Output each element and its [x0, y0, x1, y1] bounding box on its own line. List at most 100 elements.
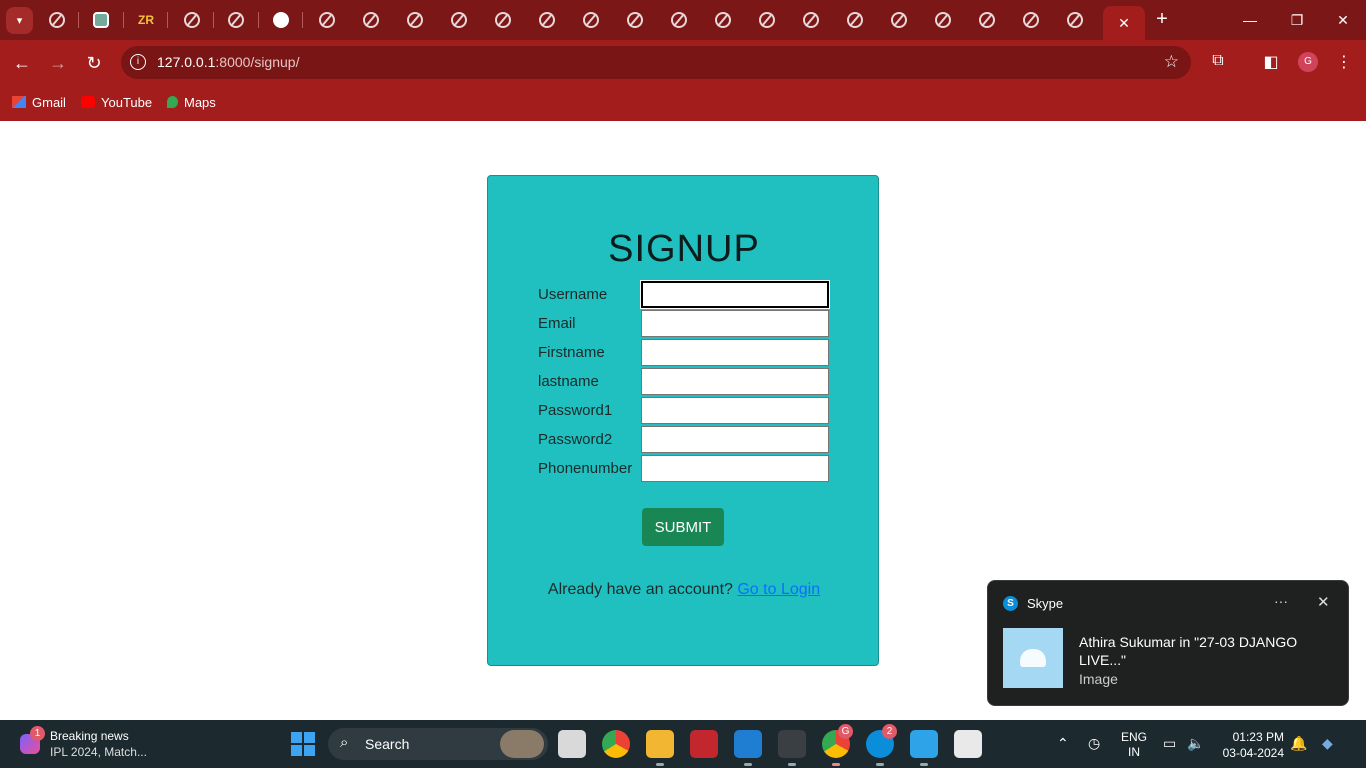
- browser-tab[interactable]: [394, 6, 436, 34]
- phonenumber-row: Phonenumber: [538, 455, 838, 482]
- bookmark-youtube[interactable]: YouTube: [81, 93, 152, 111]
- chrome-app-icon[interactable]: [602, 730, 630, 758]
- window-close-button[interactable]: ✕: [1328, 8, 1358, 32]
- running-indicator: [920, 763, 928, 766]
- browser-tab[interactable]: [36, 6, 78, 34]
- menu-icon[interactable]: ⋮: [1333, 52, 1355, 72]
- extensions-icon[interactable]: ⧉: [1207, 52, 1229, 70]
- site-info-icon[interactable]: i: [130, 54, 146, 70]
- chrome-profile-icon[interactable]: G: [822, 724, 853, 766]
- bookmark-maps[interactable]: Maps: [167, 93, 216, 111]
- terminal-icon[interactable]: [778, 730, 806, 766]
- restore-button[interactable]: ❐: [1282, 8, 1312, 32]
- email-input[interactable]: [641, 310, 829, 337]
- forward-button[interactable]: →: [45, 50, 71, 76]
- zoho-icon: ZR: [138, 13, 154, 27]
- side-panel-icon[interactable]: ◧: [1260, 52, 1282, 72]
- password1-input[interactable]: [641, 397, 829, 424]
- show-hidden-icons-chevron-icon[interactable]: ⌃: [1057, 735, 1069, 752]
- bookmark-label: YouTube: [101, 94, 153, 110]
- snipping-tool-icon[interactable]: [954, 730, 982, 758]
- browser-tab[interactable]: [878, 6, 920, 34]
- browser-tab[interactable]: [790, 6, 832, 34]
- browser-tab[interactable]: [482, 6, 524, 34]
- browser-tab[interactable]: [966, 6, 1008, 34]
- youtube-icon: [81, 96, 95, 108]
- url-text[interactable]: 127.0.0.1:8000/signup/: [157, 54, 299, 70]
- tab-search-button[interactable]: ▾: [6, 7, 33, 34]
- news-title: Breaking news: [50, 729, 129, 743]
- browser-tab[interactable]: [746, 6, 788, 34]
- username-label: Username: [538, 286, 608, 303]
- browser-tab[interactable]: [350, 6, 392, 34]
- volume-icon[interactable]: 🔈: [1187, 735, 1204, 752]
- taskbar-search[interactable]: ⌕ Search: [328, 728, 548, 760]
- chatgpt-icon: [93, 12, 109, 28]
- system-clock[interactable]: 01:23 PM 03-04-2024: [1220, 729, 1284, 761]
- network-icon[interactable]: ▭: [1163, 735, 1176, 752]
- copilot-icon[interactable]: ◆: [1322, 735, 1333, 752]
- password2-label: Password2: [538, 431, 613, 448]
- reload-button[interactable]: ↻: [81, 50, 107, 76]
- go-to-login-link[interactable]: Go to Login: [737, 581, 820, 598]
- browser-tab[interactable]: ZR: [125, 6, 167, 34]
- file-explorer-icon[interactable]: [646, 730, 674, 766]
- login-prompt: Already have an account? Go to Login: [488, 581, 880, 599]
- globe-icon: [539, 12, 555, 28]
- submit-button[interactable]: SUBMIT: [642, 508, 724, 546]
- browser-tab[interactable]: [658, 6, 700, 34]
- profile-avatar[interactable]: G: [1298, 52, 1318, 72]
- browser-tab[interactable]: [526, 6, 568, 34]
- firstname-row: Firstname: [538, 339, 838, 366]
- password2-input[interactable]: [641, 426, 829, 453]
- minimize-button[interactable]: —: [1235, 8, 1265, 32]
- more-options-icon[interactable]: ···: [1274, 593, 1288, 609]
- phonenumber-input[interactable]: [641, 455, 829, 482]
- news-widget[interactable]: 1 Breaking news IPL 2024, Match...: [18, 726, 158, 762]
- notepad-icon[interactable]: [910, 730, 938, 766]
- skype-app-icon[interactable]: 2: [866, 724, 897, 766]
- browser-tab[interactable]: [215, 6, 257, 34]
- close-icon[interactable]: ✕: [1317, 593, 1330, 611]
- browser-tab[interactable]: [260, 6, 302, 34]
- task-view-icon[interactable]: [558, 730, 586, 758]
- bookmark-label: Gmail: [32, 94, 66, 110]
- browser-tab[interactable]: [438, 6, 480, 34]
- globe-icon: [759, 12, 775, 28]
- browser-tab[interactable]: [171, 6, 213, 34]
- globe-icon: [979, 12, 995, 28]
- new-tab-button[interactable]: +: [1150, 7, 1174, 31]
- browser-tab[interactable]: [702, 6, 744, 34]
- filezilla-icon[interactable]: [690, 730, 718, 758]
- username-input[interactable]: [640, 280, 830, 309]
- browser-tab[interactable]: [1054, 6, 1096, 34]
- browser-tab[interactable]: [834, 6, 876, 34]
- firstname-input[interactable]: [641, 339, 829, 366]
- browser-tab[interactable]: [614, 6, 656, 34]
- maps-icon: [167, 96, 178, 108]
- browser-tab[interactable]: [570, 6, 612, 34]
- browser-tab[interactable]: [922, 6, 964, 34]
- clock-sync-icon[interactable]: ◷: [1088, 735, 1100, 752]
- bookmark-gmail[interactable]: Gmail: [12, 93, 66, 111]
- bookmark-star-icon[interactable]: ☆: [1164, 52, 1179, 72]
- address-bar[interactable]: i 127.0.0.1:8000/signup/ ☆: [121, 46, 1191, 79]
- browser-tab[interactable]: [80, 6, 122, 34]
- vscode-icon[interactable]: [734, 730, 762, 766]
- back-button[interactable]: ←: [9, 50, 35, 76]
- active-tab-close-button[interactable]: ✕: [1103, 6, 1145, 40]
- notification-bell-icon[interactable]: 🔔: [1290, 735, 1307, 752]
- globe-icon: [319, 12, 335, 28]
- language-indicator[interactable]: ENG IN: [1121, 730, 1147, 760]
- email-label: Email: [538, 315, 576, 332]
- lastname-row: lastname: [538, 368, 838, 395]
- browser-tab[interactable]: [1010, 6, 1052, 34]
- tab-strip: ▾ ZR ✕ + — ❐ ✕: [0, 0, 1366, 40]
- start-button[interactable]: [291, 732, 315, 756]
- people-icon: [1020, 649, 1046, 667]
- skype-notification[interactable]: S Skype ··· ✕ Athira Sukumar in "27-03 D…: [987, 580, 1349, 706]
- running-indicator: [656, 763, 664, 766]
- browser-tab[interactable]: [306, 6, 348, 34]
- lastname-input[interactable]: [641, 368, 829, 395]
- password1-label: Password1: [538, 402, 613, 419]
